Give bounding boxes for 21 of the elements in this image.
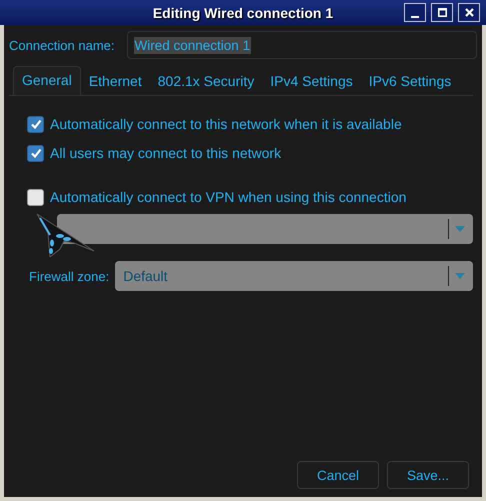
checkbox-label: Automatically connect to VPN when using this connection [50,189,406,205]
dialog-button[interactable]: Cancel [297,461,379,489]
connection-name-field[interactable]: Wired connection 1 [126,31,477,59]
close-icon [464,8,474,17]
minimize-button[interactable] [404,3,426,22]
close-button[interactable] [458,3,480,22]
checkbox[interactable] [27,144,44,162]
dropdown-arrow-icon [455,273,465,279]
dialog-button[interactable]: Save... [387,461,469,489]
checkbox-label: All users may connect to this network [50,145,282,161]
maximize-button[interactable] [431,3,453,22]
tab[interactable]: General [13,66,81,95]
checkbox[interactable] [27,188,44,206]
window-title: Editing Wired connection 1 [152,4,334,20]
dropdown-arrow-icon [455,226,465,232]
checkbox[interactable] [27,116,44,132]
connection-name-label: Connection name: [9,38,115,52]
checkbox-label: Automatically connect to this network when it is available [50,116,402,132]
maximize-icon [438,8,446,17]
firewall-zone-label: Firewall zone: [29,268,110,284]
minimize-icon [411,16,419,18]
